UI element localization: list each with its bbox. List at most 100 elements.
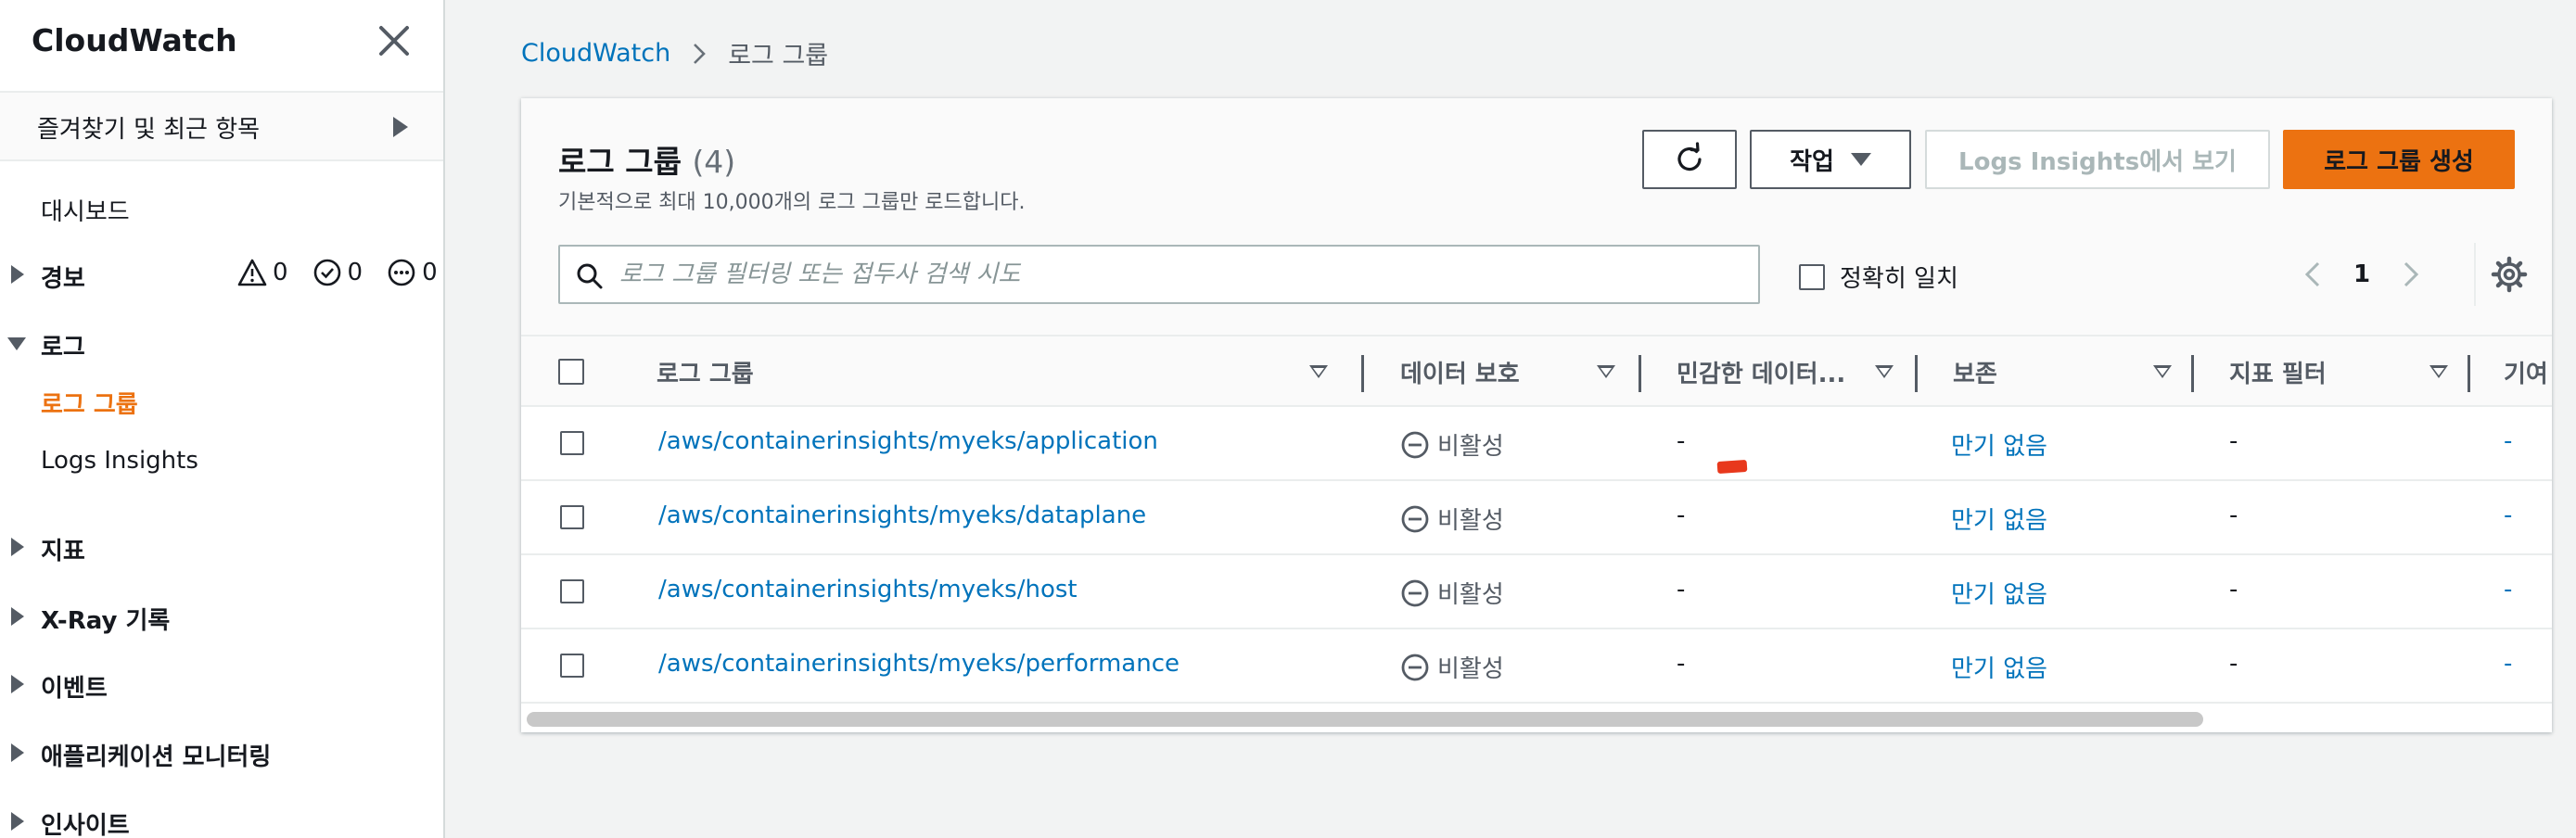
retention-link[interactable]: 만기 없음 [1951,502,2047,536]
sidebar-item-logs[interactable]: 로그 [0,317,443,369]
caret-right-icon [11,607,24,626]
sidebar-item-insights[interactable]: 인사이트 [0,795,443,838]
log-group-link[interactable]: /aws/containerinsights/myeks/performance [658,650,1180,678]
sidebar-item-label: 이벤트 [41,675,108,703]
log-group-link[interactable]: /aws/containerinsights/myeks/application [658,427,1158,455]
view-in-logs-insights-button[interactable]: Logs Insights에서 보기 [1925,130,2270,189]
next-page-button[interactable] [2392,252,2429,297]
retention-link[interactable]: 만기 없음 [1951,427,2047,462]
actions-label: 작업 [1790,147,1834,176]
sort-icon [2429,365,2448,378]
sidebar-item-label: Logs Insights [41,447,198,475]
table-row: /aws/containerinsights/myeks/host 비활성 - … [521,555,2552,629]
sidebar-item-dashboard[interactable]: 대시보드 [0,182,443,234]
gear-icon[interactable] [2491,256,2528,293]
contributor-insights-link[interactable]: - [2504,427,2512,455]
column-header-label: 기여 [2504,360,2548,388]
sort-icon [2153,365,2172,378]
row-checkbox[interactable] [560,505,584,529]
contributor-insights-link[interactable]: - [2504,576,2512,603]
log-groups-panel: 로그 그룹 (4) 기본적으로 최대 10,000개의 로그 그룹만 로드합니다… [521,98,2552,732]
breadcrumb-cloudwatch-link[interactable]: CloudWatch [521,39,670,68]
metric-filter-count: - [2229,576,2238,603]
column-resizer[interactable] [1639,355,1641,392]
column-header-data-protection[interactable]: 데이터 보호 [1400,336,1630,407]
column-header-label: 민감한 데이터... [1677,360,1846,388]
sensitive-data-count: - [1677,576,1686,603]
create-log-group-button[interactable]: 로그 그룹 생성 [2283,130,2515,189]
column-resizer[interactable] [1361,355,1364,392]
previous-page-button[interactable] [2294,252,2331,297]
contributor-insights-link[interactable]: - [2504,502,2512,529]
sidebar-item-app-monitoring[interactable]: 애플리케이션 모니터링 [0,727,443,779]
sidebar-item-logs-insights[interactable]: Logs Insights [0,436,443,488]
sidebar-item-label: 인사이트 [41,812,130,838]
column-resizer[interactable] [1915,355,1918,392]
column-header-retention[interactable]: 보존 [1953,336,2187,407]
row-checkbox[interactable] [560,579,584,603]
status-text: 비활성 [1437,581,1504,609]
column-header-sensitive-data[interactable]: 민감한 데이터... [1677,336,1908,407]
log-group-link[interactable]: /aws/containerinsights/myeks/host [658,576,1078,603]
data-protection-status: 비활성 [1400,427,1504,462]
caret-down-icon [7,337,26,350]
refresh-button[interactable] [1642,130,1737,189]
retention-link[interactable]: 만기 없음 [1951,650,2047,684]
table-row: /aws/containerinsights/myeks/application… [521,407,2552,481]
horizontal-scrollbar[interactable] [527,712,2203,727]
sidebar: CloudWatch 즐겨찾기 및 최근 항목 대시보드 경보 0 0 0 로그… [0,0,445,838]
sensitive-data-count: - [1677,650,1686,678]
ok-count: 0 [347,259,363,286]
sidebar-item-log-groups[interactable]: 로그 그룹 [0,375,443,426]
column-header-label: 로그 그룹 [657,360,754,388]
retention-link[interactable]: 만기 없음 [1951,576,2047,610]
insufficient-count: 0 [422,259,438,286]
check-circle-icon [313,259,340,286]
close-icon[interactable] [374,20,414,61]
sidebar-header: CloudWatch [0,0,443,93]
data-protection-status: 비활성 [1400,576,1504,610]
column-header-log-group[interactable]: 로그 그룹 [657,336,1343,407]
alarm-count: 0 [273,259,288,286]
sort-icon [1875,365,1894,378]
column-header-metric-filters[interactable]: 지표 필터 [2229,336,2463,407]
caret-right-icon [11,265,24,284]
status-disabled-icon [1401,431,1429,458]
caret-right-icon [11,538,24,556]
status-text: 비활성 [1437,433,1504,461]
status-text: 비활성 [1437,507,1504,535]
divider [2474,243,2476,306]
select-all-checkbox[interactable] [558,359,584,385]
favorites-toggle[interactable]: 즐겨찾기 및 최근 항목 [0,93,443,161]
search-field[interactable] [558,245,1760,304]
column-resizer[interactable] [2468,355,2470,392]
sidebar-item-label: 로그 그룹 [41,391,138,419]
caret-down-icon [1850,153,1871,166]
sidebar-item-events[interactable]: 이벤트 [0,658,443,710]
table-row: /aws/containerinsights/myeks/performance… [521,629,2552,704]
row-checkbox[interactable] [560,431,584,455]
contributor-insights-link[interactable]: - [2504,650,2512,678]
chevron-right-icon [694,43,707,64]
log-group-link[interactable]: /aws/containerinsights/myeks/dataplane [658,502,1146,529]
metric-filter-count: - [2229,502,2238,529]
sensitive-data-count: - [1677,502,1686,529]
data-protection-status: 비활성 [1400,502,1504,536]
pagination: 1 [2294,252,2429,297]
column-header-contributor-insights[interactable]: 기여 [2504,336,2552,407]
sidebar-item-xray[interactable]: X-Ray 기록 [0,590,443,642]
sidebar-item-metrics[interactable]: 지표 [0,521,443,573]
current-page-number[interactable]: 1 [2331,260,2392,288]
exact-match-checkbox[interactable] [1799,263,1825,290]
sidebar-item-label: 로그 [41,334,85,362]
table-header: 로그 그룹 데이터 보호 민감한 데이터... 보존 지표 필터 기여 [521,335,2552,407]
status-disabled-icon [1401,505,1429,532]
column-resizer[interactable] [2191,355,2194,392]
exact-match-toggle[interactable]: 정확히 일치 [1799,260,1958,294]
status-text: 비활성 [1437,655,1504,683]
actions-dropdown-button[interactable]: 작업 [1750,130,1911,189]
search-input[interactable] [619,250,1732,298]
caret-right-icon [11,675,24,693]
row-checkbox[interactable] [560,654,584,678]
panel-description: 기본적으로 최대 10,000개의 로그 그룹만 로드합니다. [558,191,1026,214]
